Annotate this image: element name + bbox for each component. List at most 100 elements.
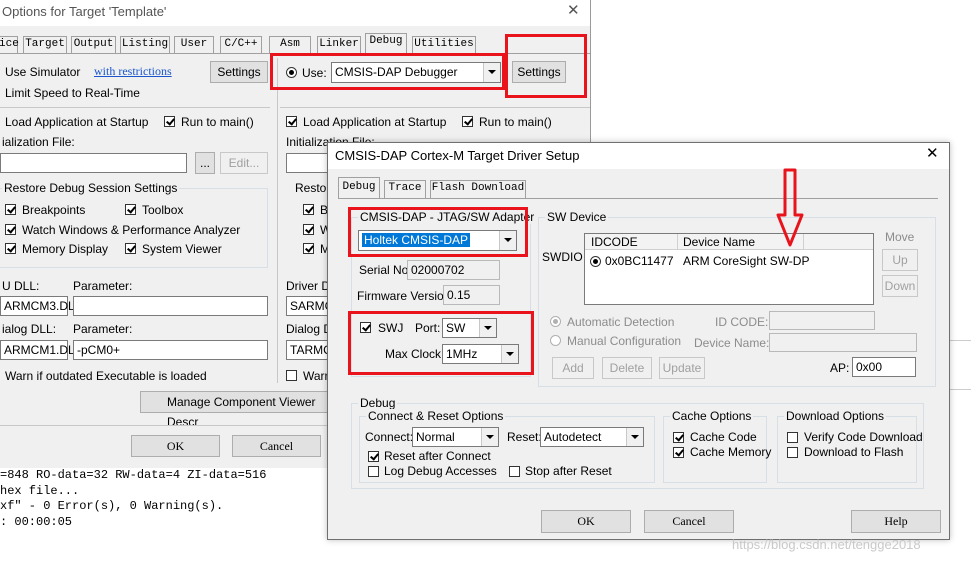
load-app-label-left[interactable]: Load Application at Startup [5, 115, 148, 129]
highlight-debugger-select [270, 53, 505, 90]
cache-memory-checkbox[interactable] [673, 447, 684, 458]
manual-config-label: Manual Configuration [567, 334, 682, 348]
ok-button-bg[interactable]: OK [131, 435, 220, 457]
dialog-ok-button[interactable]: OK [541, 510, 631, 533]
manage-component-viewer-button[interactable]: Manage Component Viewer Descr [140, 391, 340, 429]
device-name-label: Device Name: [694, 336, 770, 350]
stop-after-reset-label: Stop after Reset [525, 464, 612, 478]
run-to-main-label-right: Run to main() [479, 115, 552, 129]
tab-target[interactable]: Target [23, 36, 67, 53]
tab-cpp[interactable]: C/C++ [220, 36, 262, 53]
use-simulator-label[interactable]: Use Simulator [5, 65, 80, 79]
build-output: =848 RO-data=32 RW-data=4 ZI-data=516 he… [0, 468, 330, 564]
init-file-input-left[interactable] [0, 153, 187, 173]
update-button[interactable]: Update [659, 357, 705, 379]
serial-value: 02000702 [407, 260, 500, 280]
reset-select[interactable]: Autodetect [540, 427, 644, 447]
cpu-param-input[interactable] [73, 296, 268, 316]
system-viewer-label: System Viewer [142, 242, 222, 256]
id-code-label: ID CODE: [715, 315, 769, 329]
warn-checkbox-right[interactable] [286, 370, 297, 381]
tab-asm[interactable]: Asm [269, 36, 311, 53]
toolbox-checkbox[interactable] [125, 204, 136, 215]
device-name-input[interactable] [769, 333, 917, 352]
dialog-close-icon[interactable]: ✕ [926, 146, 939, 161]
dialog-dll-label-right: Dialog D [286, 322, 333, 336]
manual-config-radio[interactable] [550, 335, 561, 346]
cache-code-checkbox[interactable] [673, 432, 684, 443]
dialog-title: CMSIS-DAP Cortex-M Target Driver Setup [335, 148, 580, 163]
warn-outdated-label[interactable]: Warn if outdated Executable is loaded [5, 369, 207, 383]
memory-display-label: Memory Display [22, 242, 109, 256]
watermark: https://blog.csdn.net/tengge2018 [732, 537, 921, 552]
close-icon[interactable]: ✕ [567, 3, 580, 18]
tab-debug-dlg[interactable]: Debug [338, 177, 380, 198]
tab-listing[interactable]: Listing [120, 36, 170, 53]
verify-code-checkbox[interactable] [787, 432, 798, 443]
dialog-help-button[interactable]: Help [851, 510, 941, 533]
swdio-label: SWDIO [542, 250, 583, 264]
tab-device[interactable]: ice [0, 36, 19, 53]
id-code-input[interactable] [769, 311, 875, 330]
editor-sliver [948, 340, 971, 390]
log-debug-label: Log Debug Accesses [384, 464, 497, 478]
breakpoints-checkbox[interactable] [5, 204, 16, 215]
ap-label: AP: [830, 361, 850, 375]
dialog-cancel-button[interactable]: Cancel [644, 510, 734, 533]
dialog-param-label: Parameter: [73, 322, 133, 336]
fw-version-value: 0.15 [443, 285, 500, 305]
stop-after-reset-checkbox[interactable] [509, 466, 520, 477]
run-to-main-label-left: Run to main() [181, 115, 254, 129]
cpu-dll-input[interactable]: ARMCM3.DLL [0, 296, 81, 316]
restore-label-right: Restor [295, 181, 331, 195]
tab-utilities[interactable]: Utilities [412, 36, 476, 53]
cancel-button-bg[interactable]: Cancel [232, 435, 321, 457]
tab-trace[interactable]: Trace [384, 180, 426, 198]
log-debug-checkbox[interactable] [368, 466, 379, 477]
edit-button-left[interactable]: Edit... [220, 152, 268, 174]
run-to-main-checkbox-left[interactable] [164, 116, 175, 127]
dialog-param-input[interactable]: -pCM0+ [73, 340, 268, 360]
tab-output[interactable]: Output [71, 36, 116, 53]
add-button[interactable]: Add [552, 357, 594, 379]
connect-select[interactable]: Normal [412, 427, 499, 447]
b-checkbox-right[interactable] [303, 204, 314, 215]
dialog-dll-input[interactable]: ARMCM1.DLL [0, 340, 81, 360]
browse-button-left[interactable]: ... [195, 152, 215, 174]
memory-display-checkbox[interactable] [5, 243, 16, 254]
device-row-idcode[interactable]: 0x0BC11477 [605, 254, 674, 268]
col-idcode[interactable]: IDCODE [591, 235, 638, 249]
tab-user[interactable]: User [174, 36, 214, 53]
auto-detection-radio[interactable] [550, 316, 561, 327]
download-flash-checkbox[interactable] [787, 447, 798, 458]
reset-after-connect-checkbox[interactable] [368, 451, 379, 462]
ap-input[interactable]: 0x00 [852, 357, 916, 377]
highlight-swj-clock [348, 311, 534, 375]
watch-windows-checkbox[interactable] [5, 224, 16, 235]
m-checkbox-right[interactable] [303, 243, 314, 254]
reset-after-connect-label: Reset after Connect [384, 449, 491, 463]
tab-flash-download[interactable]: Flash Download [430, 180, 526, 198]
run-to-main-checkbox-right[interactable] [462, 116, 473, 127]
simulator-settings-button[interactable]: Settings [210, 61, 268, 83]
move-label: Move [885, 230, 915, 244]
load-app-checkbox-right[interactable] [286, 116, 297, 127]
system-viewer-checkbox[interactable] [125, 243, 136, 254]
with-restrictions-link[interactable]: with restrictions [94, 64, 172, 78]
build-line: hex file... [0, 484, 80, 498]
up-button[interactable]: Up [882, 249, 918, 271]
limit-speed-label[interactable]: Limit Speed to Real-Time [5, 86, 140, 100]
w-checkbox-right[interactable] [303, 224, 314, 235]
down-button[interactable]: Down [882, 275, 918, 297]
build-line: : 00:00:05 [0, 515, 73, 529]
col-device-name[interactable]: Device Name [683, 235, 755, 249]
serial-label: Serial No: [359, 263, 412, 277]
tab-linker[interactable]: Linker [317, 36, 361, 53]
device-row-radio[interactable] [590, 256, 601, 267]
col-separator [677, 234, 678, 249]
options-title: Options for Target 'Template' [2, 4, 167, 19]
cpu-param-label: Parameter: [73, 279, 133, 293]
tab-debug[interactable]: Debug [365, 33, 407, 53]
delete-button[interactable]: Delete [602, 357, 652, 379]
device-row-name[interactable]: ARM CoreSight SW-DP [683, 254, 809, 268]
